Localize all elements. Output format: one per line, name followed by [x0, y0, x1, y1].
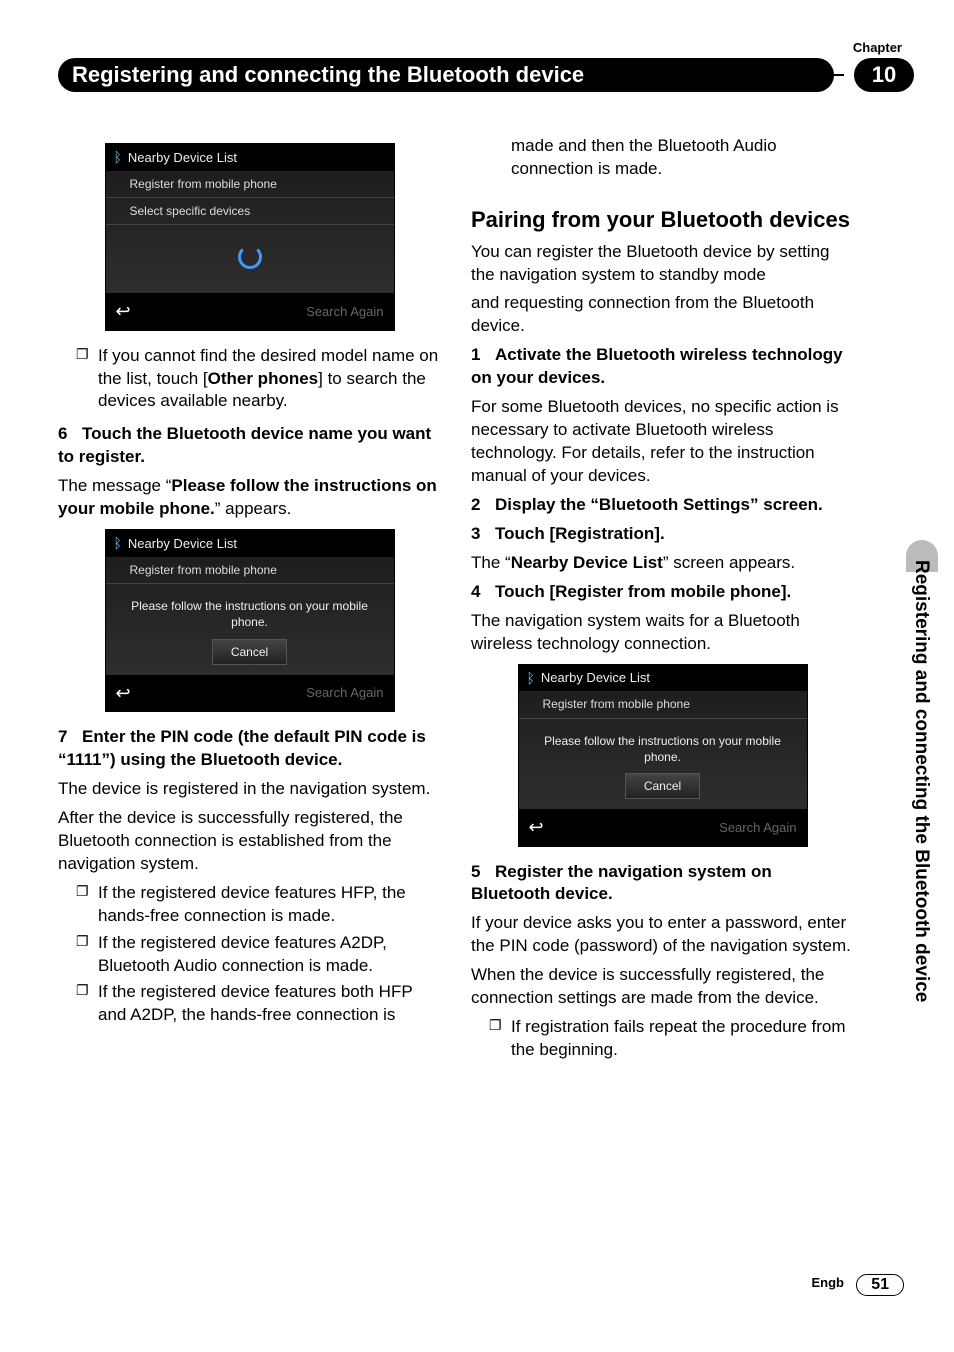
screenshot-footer: ↩ Search Again: [106, 675, 394, 711]
device-list-screenshot-3: ᛒ Nearby Device List Register from mobil…: [518, 664, 808, 847]
step-5-body-2: When the device is successfully register…: [471, 964, 854, 1010]
page-title-band: Registering and connecting the Bluetooth…: [58, 58, 834, 92]
search-again-label: Search Again: [719, 819, 796, 837]
device-list-screenshot-1: ᛒ Nearby Device List Register from mobil…: [105, 143, 395, 331]
instruction-line-1: Please follow the instructions on your m…: [116, 598, 384, 614]
step-7-body-2: After the device is successfully registe…: [58, 807, 441, 876]
menu-row-register: Register from mobile phone: [519, 691, 807, 718]
device-list-screenshot-2: ᛒ Nearby Device List Register from mobil…: [105, 529, 395, 712]
screenshot-body: [106, 225, 394, 293]
search-again-label: Search Again: [306, 303, 383, 321]
step-5-heading: 5Register the navigation system on Bluet…: [471, 861, 854, 907]
back-icon: ↩: [116, 299, 131, 323]
bluetooth-icon: ᛒ: [114, 534, 122, 553]
page-title: Registering and connecting the Bluetooth…: [58, 58, 834, 92]
screenshot-header: ᛒ Nearby Device List: [106, 530, 394, 557]
content-columns: ᛒ Nearby Device List Register from mobil…: [58, 135, 854, 1232]
lead-text: and requesting connection from the Bluet…: [471, 292, 854, 338]
step-5-body-1: If your device asks you to enter a passw…: [471, 912, 854, 958]
note-item: If registration fails repeat the procedu…: [489, 1016, 854, 1062]
search-again-label: Search Again: [306, 684, 383, 702]
screenshot-title: Nearby Device List: [541, 669, 650, 687]
step-4-heading: 4Touch [Register from mobile phone].: [471, 581, 854, 604]
step-3-body: The “Nearby Device List” screen appears.: [471, 552, 854, 575]
chapter-label: Chapter: [853, 40, 902, 55]
loading-spinner-icon: [238, 245, 262, 269]
instruction-line-1: Please follow the instructions on your m…: [529, 733, 797, 749]
screenshot-body: Please follow the instructions on your m…: [519, 719, 807, 810]
note-item: If the registered device features HFP, t…: [76, 882, 441, 928]
step-1-body: For some Bluetooth devices, no specific …: [471, 396, 854, 488]
screenshot-footer: ↩ Search Again: [106, 293, 394, 329]
subheading-body: You can register the Bluetooth device by…: [471, 241, 854, 287]
step-7-body-1: The device is registered in the navigati…: [58, 778, 441, 801]
step-6-body: The message “Please follow the instructi…: [58, 475, 441, 521]
chapter-number-badge: 10: [854, 58, 914, 92]
menu-row-register: Register from mobile phone: [106, 171, 394, 198]
step-1-heading: 1Activate the Bluetooth wireless technol…: [471, 344, 854, 390]
instruction-line-2: phone.: [116, 614, 384, 630]
note-item: If you cannot find the desired model nam…: [76, 345, 441, 414]
step-7-heading: 7Enter the PIN code (the default PIN cod…: [58, 726, 441, 772]
instruction-line-2: phone.: [529, 749, 797, 765]
step-4-body: The navigation system waits for a Blueto…: [471, 610, 854, 656]
menu-row-select: Select specific devices: [106, 198, 394, 225]
note-list: If you cannot find the desired model nam…: [58, 345, 441, 414]
back-icon: ↩: [116, 681, 131, 705]
screenshot-body: Please follow the instructions on your m…: [106, 584, 394, 675]
note-item: If the registered device features A2DP, …: [76, 932, 441, 978]
screenshot-title: Nearby Device List: [128, 149, 237, 167]
back-icon: ↩: [529, 815, 544, 839]
cancel-button: Cancel: [212, 639, 287, 665]
step-2-heading: 2Display the “Bluetooth Settings” screen…: [471, 494, 854, 517]
cancel-button: Cancel: [625, 773, 700, 799]
subheading-pairing: Pairing from your Bluetooth devices: [471, 205, 854, 235]
screenshot-header: ᛒ Nearby Device List: [519, 665, 807, 692]
menu-row-register: Register from mobile phone: [106, 557, 394, 584]
side-tab-label: Registering and connecting the Bluetooth…: [910, 560, 932, 1002]
note-list: If registration fails repeat the procedu…: [471, 1016, 854, 1062]
footer-language: Engb: [812, 1275, 845, 1290]
bluetooth-icon: ᛒ: [114, 148, 122, 167]
screenshot-footer: ↩ Search Again: [519, 809, 807, 845]
screenshot-header: ᛒ Nearby Device List: [106, 144, 394, 171]
screenshot-title: Nearby Device List: [128, 535, 237, 553]
step-6-heading: 6Touch the Bluetooth device name you wan…: [58, 423, 441, 469]
step-3-heading: 3Touch [Registration].: [471, 523, 854, 546]
bluetooth-icon: ᛒ: [527, 669, 535, 688]
footer-page-number: 51: [856, 1274, 904, 1296]
